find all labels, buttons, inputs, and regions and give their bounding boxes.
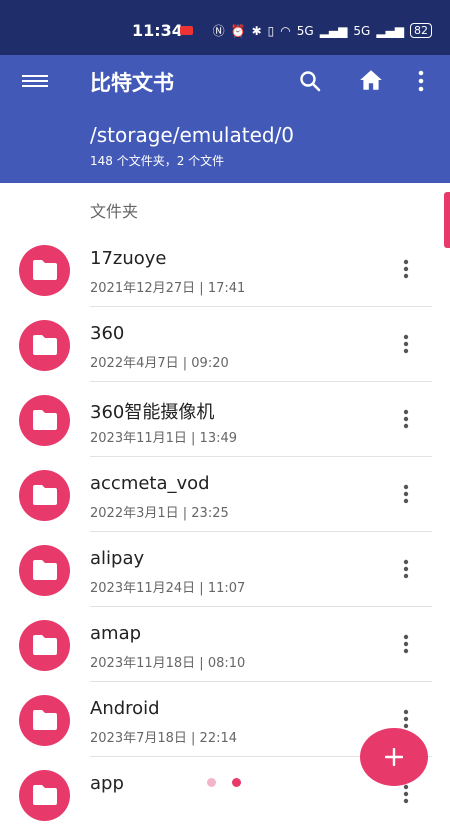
app-bar: 比特文书 /storage/emulated/0 148 个文件夹，2 个文件 xyxy=(0,55,450,183)
more-vertical-icon[interactable] xyxy=(398,257,414,281)
page-dot xyxy=(207,778,216,787)
folder-icon xyxy=(19,545,70,596)
menu-icon[interactable] xyxy=(22,72,48,92)
page-indicator xyxy=(207,778,241,787)
list-item[interactable]: accmeta_vod 2022年3月1日 | 23:25 xyxy=(0,457,450,532)
file-date: 2023年11月1日 | 13:49 xyxy=(90,431,238,446)
bluetooth-icon: ✱ xyxy=(251,23,262,38)
file-date: 2023年11月24日 | 11:07 xyxy=(90,581,246,596)
file-name: amap xyxy=(90,623,142,644)
home-icon[interactable] xyxy=(358,67,384,93)
file-date: 2021年12月27日 | 17:41 xyxy=(90,281,246,296)
list-item[interactable]: 360 2022年4月7日 | 09:20 xyxy=(0,307,450,382)
notification-badge-icon xyxy=(180,26,193,35)
signal-label-1: 5G xyxy=(296,23,314,38)
signal-icon-2: ▂▄▆ xyxy=(376,23,404,38)
folder-icon xyxy=(19,695,70,746)
more-vertical-icon[interactable] xyxy=(398,482,414,506)
signal-icon: ▂▄▆ xyxy=(319,23,348,38)
list-item[interactable]: 17zuoye 2021年12月27日 | 17:41 xyxy=(0,232,450,307)
vibrate-icon: ▯ xyxy=(267,23,275,38)
page-dot-active xyxy=(232,778,241,787)
more-vertical-icon[interactable] xyxy=(414,69,428,93)
file-date: 2022年3月1日 | 23:25 xyxy=(90,506,229,521)
more-vertical-icon[interactable] xyxy=(398,707,414,731)
more-vertical-icon[interactable] xyxy=(398,332,414,356)
list-item[interactable]: alipay 2023年11月24日 | 11:07 xyxy=(0,532,450,607)
file-name: 17zuoye xyxy=(90,248,167,269)
status-bar: 11:34 Ⓝ ⏰ ✱ ▯ ◠ 5G ▂▄▆ 5G ▂▄▆ 82 xyxy=(0,0,450,55)
section-header-folders: 文件夹 xyxy=(90,202,139,221)
search-icon[interactable] xyxy=(298,69,322,93)
file-name: 360智能摄像机 xyxy=(90,402,215,423)
file-date: 2023年7月18日 | 22:14 xyxy=(90,731,238,746)
status-icons: Ⓝ ⏰ ✱ ▯ ◠ 5G ▂▄▆ 5G ▂▄▆ 82 xyxy=(213,22,432,39)
add-button[interactable] xyxy=(360,728,428,786)
folder-icon xyxy=(19,770,70,821)
folder-icon xyxy=(19,620,70,671)
path-summary: 148 个文件夹，2 个文件 xyxy=(90,154,225,168)
nfc-icon: Ⓝ xyxy=(212,24,225,38)
file-name: app xyxy=(90,773,124,794)
file-name: Android xyxy=(90,698,160,719)
app-title: 比特文书 xyxy=(90,71,174,95)
signal-label-2: 5G xyxy=(353,23,371,38)
more-vertical-icon[interactable] xyxy=(398,632,414,656)
file-date: 2023年11月18日 | 08:10 xyxy=(90,656,246,671)
folder-icon xyxy=(19,245,70,296)
status-time: 11:34 xyxy=(132,21,183,40)
folder-icon xyxy=(19,320,70,371)
more-vertical-icon[interactable] xyxy=(398,782,414,806)
file-name: 360 xyxy=(90,323,125,344)
current-path: /storage/emulated/0 xyxy=(90,123,295,147)
folder-icon xyxy=(19,395,70,446)
file-date: 2022年4月7日 | 09:20 xyxy=(90,356,229,371)
folder-icon xyxy=(19,470,70,521)
alarm-icon: ⏰ xyxy=(230,23,246,38)
plus-icon xyxy=(385,748,403,766)
more-vertical-icon[interactable] xyxy=(398,557,414,581)
more-vertical-icon[interactable] xyxy=(398,407,414,431)
file-name: accmeta_vod xyxy=(90,473,210,494)
wifi-icon: ◠ xyxy=(280,23,291,38)
list-item[interactable]: amap 2023年11月18日 | 08:10 xyxy=(0,607,450,682)
list-item[interactable]: 360智能摄像机 2023年11月1日 | 13:49 xyxy=(0,382,450,457)
file-name: alipay xyxy=(90,548,145,569)
battery-indicator: 82 xyxy=(410,23,432,38)
